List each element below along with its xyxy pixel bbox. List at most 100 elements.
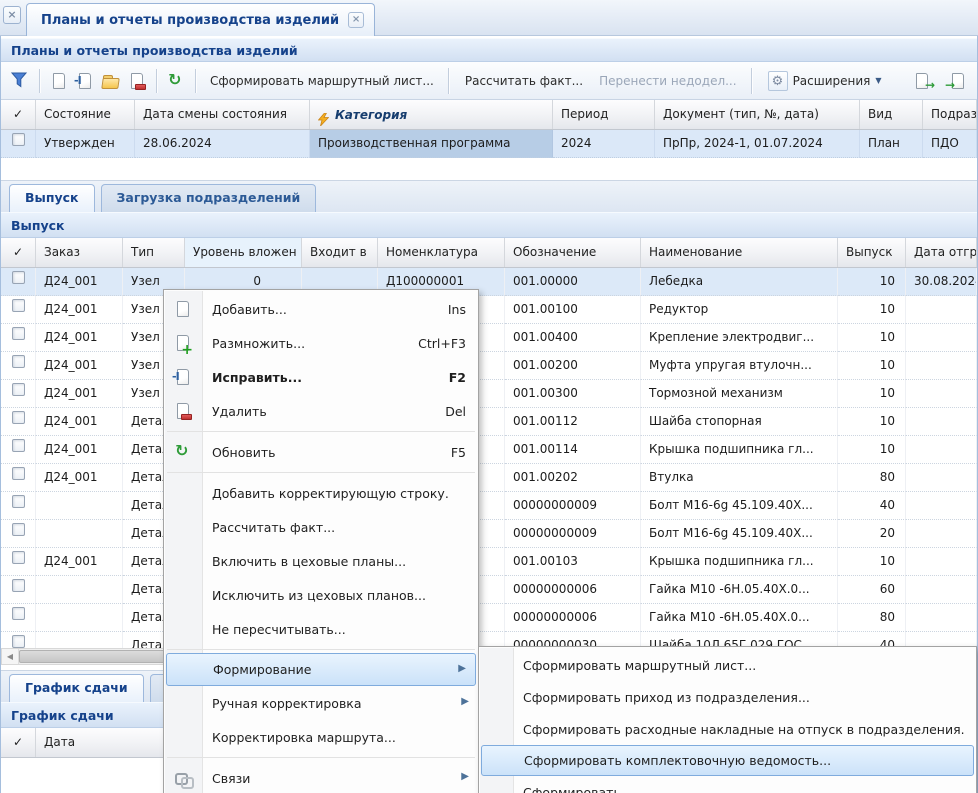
submenu-item[interactable]: Сформировать расходные накладные на отпу… [479,713,976,745]
context-menu-item[interactable]: ▶ [164,754,478,761]
menu-item-label: Удалить [212,404,429,419]
context-menu-item[interactable]: ▶ [164,428,478,435]
table-row[interactable]: Д24_001 Узел 0 Д100000001 001.00000 Лебе… [1,268,977,296]
context-menu-item[interactable]: Размножить... Ctrl+F3 ▶ [164,326,478,360]
column-header[interactable]: Подраз [923,100,977,129]
column-header-sorted[interactable]: Уровень вложен [185,238,302,267]
context-menu-item[interactable]: Исправить... F2 ▶ [164,360,478,394]
cell-category-selected[interactable]: Производственная программа [310,130,553,158]
context-menu-item[interactable]: Добавить... Ins ▶ [164,292,478,326]
table-row[interactable]: Д24_001 Узел 001.00200 Муфта упругая вту… [1,352,977,380]
check-icon[interactable]: ✓ [1,238,36,267]
table-row[interactable]: Д24_001 Деталь 001.00202 Втулка 80 [1,464,977,492]
context-menu-item[interactable]: Ручная корректировка ▶ [164,686,478,720]
tab[interactable]: Загрузка подразделений [101,184,317,212]
column-header[interactable]: Наименование [641,238,838,267]
app-window: × Планы и отчеты производства изделий × … [0,0,978,793]
table-row[interactable]: Д24_001 Деталь 001.00114 Крышка подшипни… [1,436,977,464]
checkbox[interactable] [12,635,25,648]
submenu-item[interactable]: Сформировать приход из подразделения... [479,681,976,713]
checkbox[interactable] [12,467,25,480]
column-header[interactable]: Обозначение [505,238,641,267]
context-menu-item[interactable]: Добавить корректирующую строку... ▶ [164,476,478,510]
cell-podr[interactable]: ПДО [923,130,977,158]
context-menu-item[interactable]: Рассчитать факт... ▶ [164,510,478,544]
cell-document[interactable]: ПрПр, 2024-1, 01.07.2024 [655,130,860,158]
context-menu-item[interactable]: Удалить Del ▶ [164,394,478,428]
cell-date[interactable]: 28.06.2024 [135,130,310,158]
checkbox[interactable] [12,579,25,592]
delete-button[interactable] [124,68,150,94]
table-row[interactable]: Деталь 00000000009 Болт М16-6g 45.109.40… [1,492,977,520]
column-header[interactable]: Состояние [36,100,135,129]
refresh-button[interactable] [163,68,189,94]
filter-button[interactable] [7,68,33,94]
context-menu-item[interactable]: Исключить из цеховых планов... ▶ [164,578,478,612]
context-menu-item[interactable]: ▶ [164,646,478,653]
column-header[interactable]: Номенклатура [378,238,505,267]
column-header[interactable]: Дата смены состояния [135,100,310,129]
table-row[interactable]: Д24_001 Деталь 001.00103 Крышка подшипни… [1,548,977,576]
table-row[interactable]: Деталь 00000000009 Болт М16-6g 45.109.40… [1,520,977,548]
import-button[interactable] [945,68,971,94]
table-row[interactable]: Деталь 00000000006 Гайка М10 -6Н.05.40Х.… [1,604,977,632]
toolbar-button[interactable]: Рассчитать факт... ▼ [457,68,591,94]
context-menu-item[interactable]: Обновить F5 ▶ [164,435,478,469]
dropdown-arrow-icon: ▼ [875,76,881,85]
context-menu-item[interactable]: Корректировка маршрута... ▶ [164,720,478,754]
cell-state[interactable]: Утвержден [36,130,135,158]
column-header[interactable]: Период [553,100,655,129]
context-menu-item[interactable]: Включить в цеховые планы... ▶ [164,544,478,578]
close-icon[interactable]: × [3,6,21,24]
context-menu-item[interactable]: Не пересчитывать... ▶ [164,612,478,646]
tab[interactable]: Выпуск [9,184,95,212]
main-document-tab[interactable]: Планы и отчеты производства изделий × [26,3,375,36]
cell-vid[interactable]: План [860,130,923,158]
context-menu-item[interactable]: Формирование ▶ [166,653,476,686]
toolbar-button[interactable]: Сформировать маршрутный лист... ▼ [202,68,449,94]
check-icon[interactable]: ✓ [1,100,36,129]
close-icon[interactable]: × [348,12,364,28]
export-button[interactable] [909,68,935,94]
checkbox[interactable] [12,523,25,536]
checkbox[interactable] [12,495,25,508]
checkbox[interactable] [12,327,25,340]
checkbox[interactable] [12,607,25,620]
checkbox[interactable] [12,355,25,368]
check-icon[interactable]: ✓ [1,728,36,757]
toolbar-button[interactable]: Перенести недодел... ▼ [591,68,752,94]
context-menu-item[interactable]: ▶ [164,469,478,476]
plans-table-row[interactable]: Утвержден 28.06.2024 Производственная пр… [1,130,977,158]
column-header[interactable]: Заказ [36,238,123,267]
checkbox[interactable] [12,439,25,452]
checkbox[interactable] [12,271,25,284]
edit-button[interactable] [72,68,98,94]
table-row[interactable]: Д24_001 Деталь 001.00112 Шайба стопорная… [1,408,977,436]
open-button[interactable] [98,68,124,94]
submenu-item[interactable]: Сформировать маршрутный лист... [479,649,976,681]
checkbox[interactable] [12,299,25,312]
column-header[interactable]: Тип [123,238,185,267]
checkbox[interactable] [12,133,25,146]
context-menu-item[interactable]: Связи ▶ [164,761,478,793]
checkbox[interactable] [12,411,25,424]
checkbox[interactable] [12,551,25,564]
toolbar-button[interactable]: Расширения ▼ [760,68,890,94]
column-header[interactable]: Дата отгр [906,238,977,267]
column-header[interactable]: Выпуск [838,238,906,267]
scroll-left-arrow-icon[interactable]: ◀ [2,649,19,664]
table-row[interactable]: Д24_001 Узел 001.00300 Тормозной механиз… [1,380,977,408]
checkbox[interactable] [12,383,25,396]
column-header[interactable]: Документ (тип, №, дата) [655,100,860,129]
column-header[interactable]: Вид [860,100,923,129]
table-row[interactable]: Д24_001 Узел 001.00400 Крепление электро… [1,324,977,352]
tab[interactable]: График сдачи [9,674,144,702]
submenu-item[interactable]: Сформировать... [479,776,976,793]
add-button[interactable] [46,68,72,94]
cell-period[interactable]: 2024 [553,130,655,158]
submenu-item[interactable]: Сформировать комплектовочную ведомость..… [481,745,974,776]
table-row[interactable]: Деталь 00000000006 Гайка М10 -6Н.05.40Х.… [1,576,977,604]
column-header[interactable]: Входит в [302,238,378,267]
column-header-category[interactable]: Категория [310,100,553,129]
table-row[interactable]: Д24_001 Узел 001.00100 Редуктор 10 [1,296,977,324]
